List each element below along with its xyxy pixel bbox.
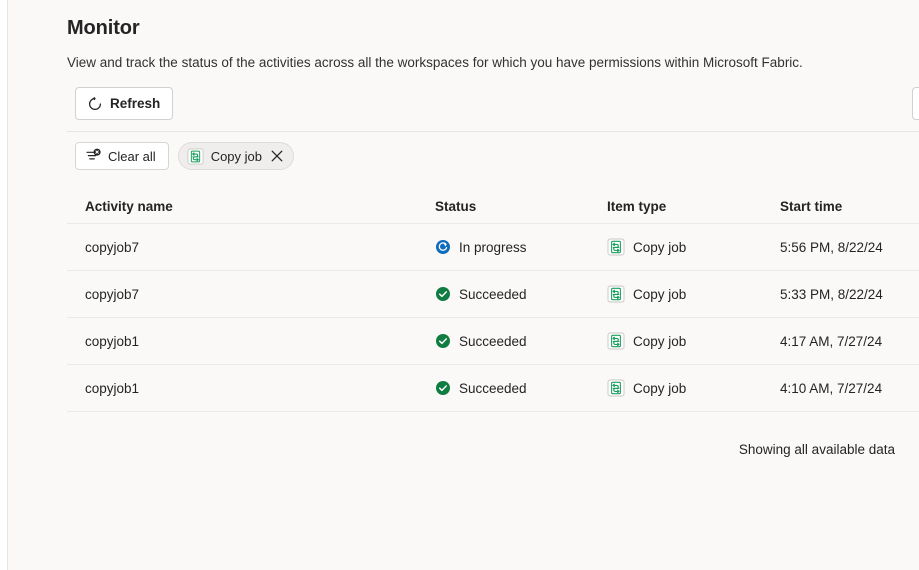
- item-type-label: Copy job: [633, 240, 686, 255]
- left-panel-edge: [0, 0, 8, 570]
- in-progress-icon: [435, 239, 451, 255]
- filter-chip-label: Copy job: [211, 149, 262, 164]
- copy-job-icon: [607, 332, 625, 350]
- item-type-label: Copy job: [633, 381, 686, 396]
- succeeded-icon: [435, 333, 451, 349]
- monitor-page: Monitor View and track the status of the…: [0, 0, 919, 570]
- cell-status: Succeeded: [435, 380, 607, 396]
- table-row[interactable]: copyjob7 Succeeded: [67, 271, 919, 318]
- status-label: Succeeded: [459, 334, 527, 349]
- copy-job-icon: [607, 285, 625, 303]
- cell-start-time: 5:56 PM, 8/22/24: [780, 240, 919, 255]
- clear-filter-icon: [85, 148, 101, 164]
- toolbar-divider: [67, 131, 919, 132]
- cell-activity-name: copyjob7: [85, 287, 435, 302]
- refresh-button-label: Refresh: [110, 96, 160, 111]
- showing-data-label: Showing all available data: [739, 442, 895, 457]
- cell-start-time: 4:17 AM, 7/27/24: [780, 334, 919, 349]
- cell-item-type: Copy job: [607, 379, 780, 397]
- refresh-icon: [87, 96, 103, 112]
- status-label: Succeeded: [459, 381, 527, 396]
- cell-start-time: 4:10 AM, 7/27/24: [780, 381, 919, 396]
- clear-all-label: Clear all: [108, 149, 156, 164]
- cell-status: Succeeded: [435, 333, 607, 349]
- column-header-status[interactable]: Status: [435, 199, 607, 214]
- clear-all-button[interactable]: Clear all: [75, 142, 169, 170]
- cell-activity-name: copyjob1: [85, 381, 435, 396]
- status-label: Succeeded: [459, 287, 527, 302]
- cell-item-type: Copy job: [607, 238, 780, 256]
- cell-start-time: 5:33 PM, 8/22/24: [780, 287, 919, 302]
- item-type-label: Copy job: [633, 334, 686, 349]
- copy-job-icon: [187, 148, 204, 165]
- close-icon[interactable]: [270, 149, 284, 163]
- table-row[interactable]: copyjob1 Succeeded: [67, 365, 919, 412]
- command-bar: Refresh: [67, 87, 919, 131]
- table-footer: Showing all available data: [67, 434, 919, 464]
- succeeded-icon: [435, 286, 451, 302]
- cell-status: In progress: [435, 239, 607, 255]
- copy-job-icon: [607, 379, 625, 397]
- filter-row: Clear all Copy job: [75, 142, 294, 170]
- filter-chip-copy-job[interactable]: Copy job: [178, 142, 294, 170]
- search-box[interactable]: [912, 87, 919, 120]
- column-header-item-type[interactable]: Item type: [607, 199, 780, 214]
- page-subtitle: View and track the status of the activit…: [67, 55, 803, 70]
- cell-item-type: Copy job: [607, 332, 780, 350]
- column-header-activity-name[interactable]: Activity name: [85, 199, 435, 214]
- cell-status: Succeeded: [435, 286, 607, 302]
- table-row[interactable]: copyjob7 In progress: [67, 224, 919, 271]
- activities-table: Activity name Status Item type Start tim…: [67, 190, 919, 412]
- item-type-label: Copy job: [633, 287, 686, 302]
- status-label: In progress: [459, 240, 527, 255]
- page-title: Monitor: [67, 17, 140, 40]
- table-row[interactable]: copyjob1 Succeeded: [67, 318, 919, 365]
- monitor-content: Monitor View and track the status of the…: [9, 0, 919, 570]
- succeeded-icon: [435, 380, 451, 396]
- cell-item-type: Copy job: [607, 285, 780, 303]
- refresh-button[interactable]: Refresh: [75, 87, 173, 120]
- copy-job-icon: [607, 238, 625, 256]
- table-header-row: Activity name Status Item type Start tim…: [67, 190, 919, 224]
- cell-activity-name: copyjob7: [85, 240, 435, 255]
- column-header-start-time[interactable]: Start time: [780, 199, 919, 214]
- cell-activity-name: copyjob1: [85, 334, 435, 349]
